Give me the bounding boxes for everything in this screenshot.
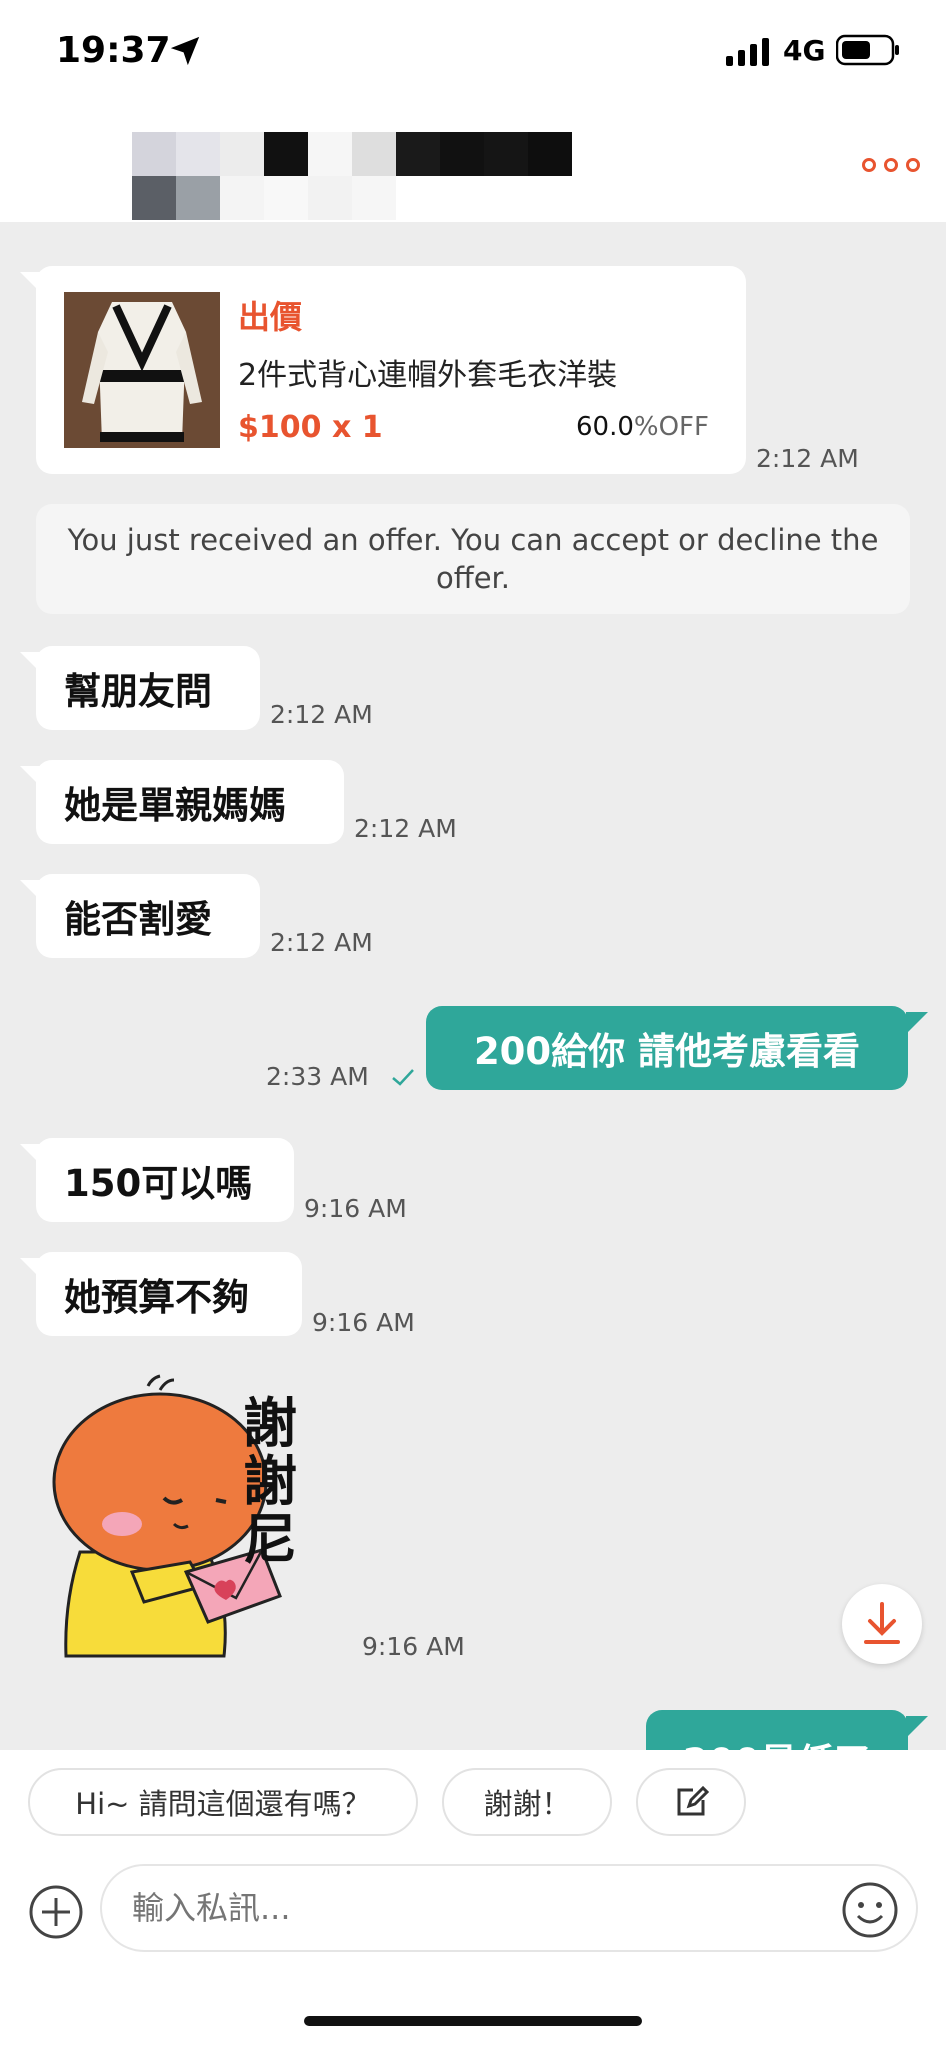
scroll-to-bottom-button[interactable]: [842, 1584, 922, 1664]
plus-icon[interactable]: [28, 1884, 84, 1940]
message-bubble-in[interactable]: 幫朋友問: [36, 646, 260, 730]
product-image[interactable]: [64, 292, 220, 448]
chat-header: [0, 100, 946, 222]
message-input[interactable]: [100, 1864, 918, 1952]
location-arrow-icon: [170, 36, 200, 66]
message-time: 9:16 AM: [304, 1194, 407, 1223]
svg-text:謝: 謝: [243, 1450, 297, 1513]
home-indicator[interactable]: [304, 2016, 642, 2026]
message-time: 9:16 AM: [312, 1308, 415, 1337]
message-time: 2:12 AM: [270, 928, 373, 957]
signal-icon: [726, 38, 769, 66]
download-icon: [864, 1602, 900, 1644]
more-icon: [862, 158, 876, 172]
message-time: 2:12 AM: [354, 814, 457, 843]
sticker-text: 謝: [243, 1392, 297, 1455]
network-type: 4G: [783, 34, 826, 67]
message-bubble-in[interactable]: 她是單親媽媽: [36, 760, 344, 844]
offer-price: $100 x 1: [238, 410, 383, 445]
system-message: You just received an offer. You can acce…: [36, 504, 910, 614]
message-bubble-out[interactable]: 200給你 請他考慮看看: [426, 1006, 908, 1090]
quick-reply-chip[interactable]: Hi~ 請問這個還有嗎？: [28, 1768, 418, 1836]
more-button[interactable]: [860, 150, 924, 180]
battery-icon: [836, 34, 899, 66]
edit-icon: [677, 1785, 710, 1816]
message-time: 2:12 AM: [756, 444, 859, 473]
svg-text:尼: 尼: [243, 1508, 297, 1571]
message-bubble-in[interactable]: 150可以嗎: [36, 1138, 294, 1222]
message-bubble-in[interactable]: 她預算不夠: [36, 1252, 302, 1336]
sticker-thank-you[interactable]: 謝 謝 尼: [40, 1372, 340, 1662]
product-title: 2件式背心連帽外套毛衣洋裝: [238, 358, 618, 393]
read-check-icon: [392, 1069, 414, 1086]
bottom-safe-area: [0, 1970, 946, 2048]
message-time: 9:16 AM: [362, 1632, 465, 1661]
offer-kind: 出價: [238, 298, 303, 336]
message-bubble-in[interactable]: 能否割愛: [36, 874, 260, 958]
edit-quick-replies-button[interactable]: [636, 1768, 746, 1836]
status-time: 19:37: [56, 30, 171, 71]
quick-reply-chip[interactable]: 謝謝！: [442, 1768, 612, 1836]
offer-discount: 60.0%OFF: [576, 412, 709, 442]
emoji-icon[interactable]: [840, 1880, 900, 1940]
message-time: 2:12 AM: [270, 700, 373, 729]
message-time: 2:33 AM: [266, 1062, 369, 1091]
status-bar: 19:37 4G: [0, 0, 946, 100]
